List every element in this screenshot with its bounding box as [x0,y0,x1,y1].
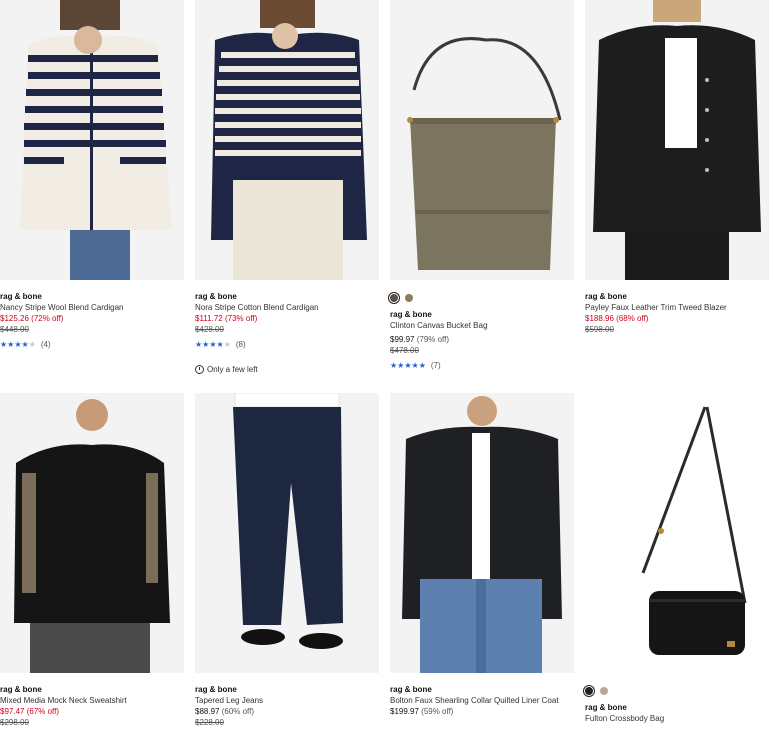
stock-note-text: Only a few left [207,365,258,374]
product-brand: rag & bone [585,703,627,712]
sale-price: $97.47 [0,707,25,716]
product-name[interactable]: Nancy Stripe Wool Blend Cardigan [0,302,184,313]
sale-price: $125.26 [0,314,29,323]
original-price: $228.00 [195,718,224,727]
rating-count: (7) [430,361,441,370]
sale-price: $99.97 [390,335,415,344]
rating[interactable]: ★★★★★ (4) [0,339,184,350]
discount-percent: (59% off) [421,707,454,716]
product-image[interactable] [390,0,574,280]
color-swatch[interactable] [600,687,608,695]
product-image[interactable] [390,393,574,673]
rating[interactable]: ★★★★★ (8) [195,339,379,350]
product-brand: rag & bone [0,292,42,301]
product-brand: rag & bone [0,685,42,694]
product-card[interactable]: rag & bone Mixed Media Mock Neck Sweatsh… [0,393,184,728]
discount-percent: (68% off) [616,314,649,323]
product-name[interactable]: Tapered Leg Jeans [195,695,379,706]
rating[interactable]: ★★★★★ (7) [390,360,574,371]
discount-percent: (79% off) [416,335,450,344]
product-image[interactable] [0,393,184,673]
product-image[interactable] [195,0,379,280]
product-grid: rag & bone Nancy Stripe Wool Blend Cardi… [0,0,774,730]
product-image[interactable] [585,393,769,673]
sale-price: $88.97 [195,707,220,716]
sale-price: $199.97 [390,707,419,716]
color-swatches [583,685,769,697]
rating-count: (4) [40,340,51,349]
product-brand: rag & bone [390,310,432,319]
product-image[interactable] [0,0,184,280]
price-line: $199.97 (59% off) [390,706,574,717]
product-card[interactable]: rag & bone Clinton Canvas Bucket Bag $99… [388,0,574,371]
star-rating-icon: ★★★★★ [0,340,36,349]
product-name[interactable]: Nora Stripe Cotton Blend Cardigan [195,302,379,313]
price-line: $88.97 (60% off) [195,706,379,717]
product-card[interactable]: rag & bone Nora Stripe Cotton Blend Card… [195,0,379,374]
original-price: $428.00 [195,325,224,334]
stock-note: Only a few left [195,365,379,374]
product-card[interactable]: rag & bone Payley Faux Leather Trim Twee… [585,0,769,335]
product-image[interactable] [585,0,769,280]
product-brand: rag & bone [195,292,237,301]
original-price: $478.00 [390,346,419,355]
product-image[interactable] [195,393,379,673]
original-price: $598.00 [585,325,614,334]
discount-percent: (73% off) [224,314,258,323]
clock-icon [195,365,204,374]
rating-count: (8) [235,340,246,349]
product-card[interactable]: rag & bone Nancy Stripe Wool Blend Cardi… [0,0,184,350]
product-name[interactable]: Mixed Media Mock Neck Sweatshirt [0,695,184,706]
discount-percent: (72% off) [31,314,64,323]
product-brand: rag & bone [195,685,237,694]
product-name[interactable]: Clinton Canvas Bucket Bag [390,320,574,331]
product-name[interactable]: Fulton Crossbody Bag [585,713,769,724]
discount-percent: (60% off) [221,707,255,716]
price-line: $111.72 (73% off) [195,313,379,324]
star-rating-icon: ★★★★★ [390,361,426,370]
original-price: $298.00 [0,718,29,727]
color-swatch[interactable] [388,292,400,304]
original-price: $448.00 [0,325,29,334]
color-swatches [388,292,574,304]
discount-percent: (67% off) [26,707,60,716]
star-rating-icon: ★★★★★ [195,340,231,349]
price-line: $97.47 (67% off) [0,706,184,717]
sale-price: $188.96 [585,314,614,323]
price-line: $99.97 (79% off) [390,334,574,345]
product-brand: rag & bone [390,685,432,694]
product-card[interactable]: rag & bone Fulton Crossbody Bag [583,393,769,724]
color-swatch[interactable] [405,294,413,302]
product-card[interactable]: rag & bone Bolton Faux Shearling Collar … [390,393,574,717]
sale-price: $111.72 [195,314,223,323]
product-card[interactable]: rag & bone Tapered Leg Jeans $88.97 (60%… [195,393,379,728]
price-line: $125.26 (72% off) [0,313,184,324]
color-swatch[interactable] [583,685,595,697]
product-brand: rag & bone [585,292,627,301]
product-name[interactable]: Bolton Faux Shearling Collar Quilted Lin… [390,695,574,706]
product-name[interactable]: Payley Faux Leather Trim Tweed Blazer [585,302,769,313]
price-line: $188.96 (68% off) [585,313,769,324]
